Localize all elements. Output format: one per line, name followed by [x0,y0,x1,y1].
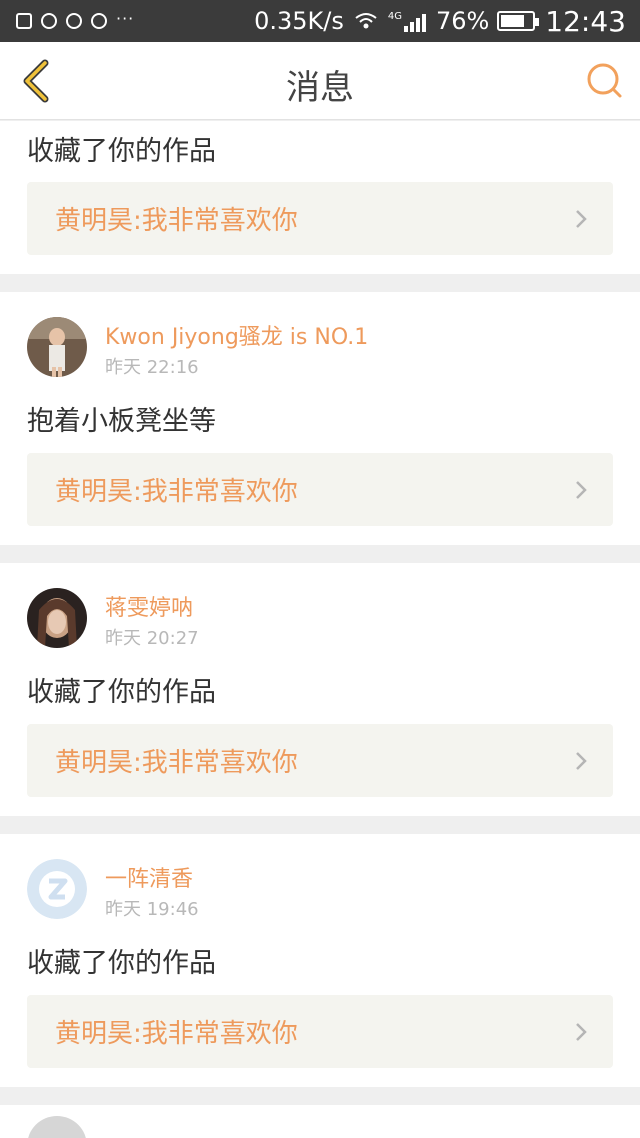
page-title: 消息 [286,68,354,108]
user-name[interactable]: 一阵清香 [105,861,193,893]
message-text: 抱着小板凳坐等 [27,406,216,437]
search-icon [587,63,622,98]
chevron-right-icon [576,210,587,228]
battery-fill [501,15,525,27]
battery-icon [497,11,540,31]
quoted-work[interactable]: 黄明昊:我非常喜欢你 [27,453,613,526]
message-card[interactable]: 一阵清香 昨天 19:46 收藏了你的作品 黄明昊:我非常喜欢你 [0,834,640,1087]
message-list: 收藏了你的作品 黄明昊:我非常喜欢你 Kwon Jiyong骚龙 is NO.1… [0,121,640,1138]
image-icon [16,13,32,29]
avatar[interactable] [27,588,87,648]
battery-percent: 76% [435,7,490,35]
chevron-right-icon [576,481,587,499]
status-bar: ··· 0.35K/s 4G 76% 12:43 [0,0,640,42]
quoted-work-title: 黄明昊:我非常喜欢你 [55,206,298,236]
search-button[interactable] [584,60,626,102]
quoted-work-title: 黄明昊:我非常喜欢你 [55,1019,298,1049]
network-speed: 0.35K/s [254,7,344,35]
notification-icon [66,13,82,29]
default-avatar-icon [27,859,87,919]
message-card[interactable]: 蒋雯婷呐 昨天 20:27 收藏了你的作品 黄明昊:我非常喜欢你 [0,563,640,816]
user-name[interactable]: 蒋雯婷呐 [105,590,193,622]
post-time: 昨天 20:27 [105,628,199,649]
clock: 12:43 [545,4,626,38]
user-name[interactable]: Kwon Jiyong骚龙 is NO.1 [105,319,368,351]
quoted-work-title: 黄明昊:我非常喜欢你 [55,477,298,507]
post-time: 昨天 22:16 [105,357,199,378]
message-text: 收藏了你的作品 [27,136,216,167]
chevron-right-icon [576,752,587,770]
message-text: 收藏了你的作品 [27,677,216,708]
message-card[interactable]: 收藏了你的作品 黄明昊:我非常喜欢你 [0,121,640,274]
post-time: 昨天 19:46 [105,899,199,920]
chevron-right-icon [576,1023,587,1041]
quoted-work-title: 黄明昊:我非常喜欢你 [55,748,298,778]
cell-signal-icon: 4G [388,11,426,32]
network-type: 4G [387,10,402,22]
wifi-icon [355,13,377,29]
message-card[interactable] [0,1105,640,1138]
nav-bar: 消息 [0,42,640,120]
globe-icon [91,13,107,29]
quoted-work[interactable]: 黄明昊:我非常喜欢你 [27,182,613,255]
message-card[interactable]: Kwon Jiyong骚龙 is NO.1 昨天 22:16 抱着小板凳坐等 黄… [0,292,640,545]
chat-icon [41,13,57,29]
more-notifications: ··· [116,8,135,28]
avatar[interactable] [27,859,87,919]
avatar[interactable] [27,1116,87,1138]
quoted-work[interactable]: 黄明昊:我非常喜欢你 [27,724,613,797]
quoted-work[interactable]: 黄明昊:我非常喜欢你 [27,995,613,1068]
avatar[interactable] [27,317,87,377]
message-text: 收藏了你的作品 [27,948,216,979]
